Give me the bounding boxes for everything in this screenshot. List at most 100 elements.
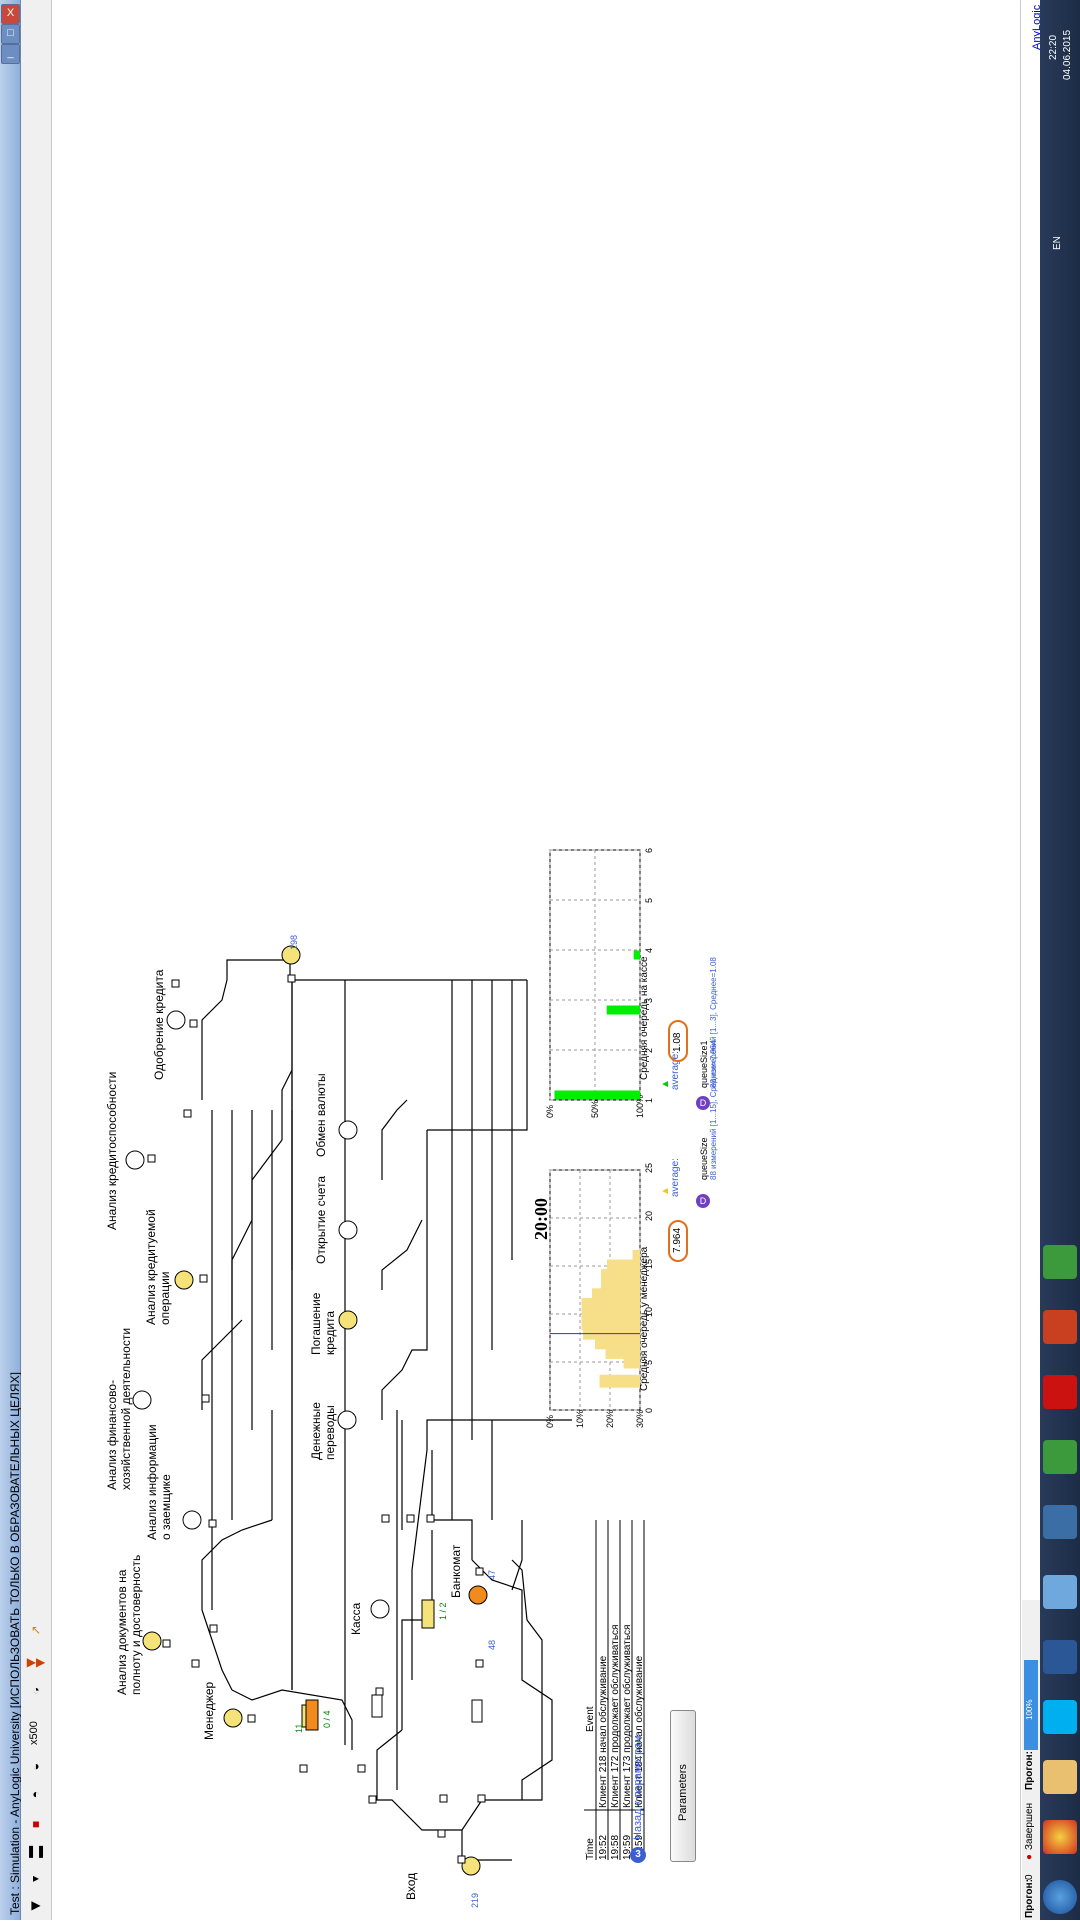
faster-icon: ◑ bbox=[32, 1759, 40, 1773]
x-tick-label: 5 bbox=[644, 898, 654, 903]
hist1-average-value: 7.964 bbox=[672, 1227, 683, 1253]
histogram-manager-queue: 0% 10% 20% 30% 0 5 10 15 20 25 Средняя очередь у … bbox=[542, 1160, 662, 1430]
entry-count: 219 bbox=[470, 1892, 480, 1908]
x-tick-label: 0 bbox=[644, 1408, 654, 1413]
skype-icon[interactable] bbox=[1043, 1700, 1077, 1734]
queue-count-11: 11 bbox=[294, 1723, 304, 1733]
window-title: Test : Simulation - AnyLogic University … bbox=[8, 1372, 22, 1915]
manager-queue-size: 0 / 4 bbox=[322, 1710, 332, 1728]
step-button[interactable]: ▸ bbox=[26, 1868, 46, 1888]
run-state: Завершен bbox=[1024, 1802, 1035, 1850]
approval-label: Одобрение кредита bbox=[152, 969, 166, 1080]
step-icon: ▸ bbox=[32, 1871, 40, 1885]
explorer-icon[interactable] bbox=[1043, 1760, 1077, 1794]
doc-check-label: Анализ документов на полноту и достоверн… bbox=[115, 1554, 143, 1695]
clock-icon: ◔ bbox=[32, 1683, 40, 1697]
pause-button[interactable]: ❚❚ bbox=[26, 1841, 46, 1861]
slower-button[interactable]: ◐ bbox=[26, 1784, 46, 1804]
maximize-button[interactable]: □ bbox=[1, 24, 20, 44]
back-to-parameters-label: Назад к параметрам bbox=[632, 1735, 644, 1840]
acrobat-icon[interactable] bbox=[1043, 1375, 1077, 1409]
back-to-parameters-link[interactable]: 3 Назад к параметрам bbox=[630, 1735, 646, 1865]
start-button[interactable] bbox=[1043, 1880, 1077, 1914]
run-button[interactable]: ▶ bbox=[26, 1895, 46, 1915]
virtual-time-button[interactable]: ▶▶ bbox=[26, 1652, 46, 1672]
atm-count: 47 bbox=[487, 1569, 497, 1580]
close-icon: X bbox=[6, 7, 15, 19]
y-tick-label: 0% bbox=[545, 1415, 555, 1428]
hist1-legend: Средняя очередь у менеджера bbox=[639, 1246, 650, 1391]
anylogic-icon[interactable] bbox=[1043, 1440, 1077, 1474]
speed-value[interactable]: x500 bbox=[28, 1721, 40, 1745]
taskbar-time: 22:20 bbox=[1048, 34, 1059, 60]
x-tick-label: 25 bbox=[644, 1163, 654, 1173]
kassa-label: Касса bbox=[349, 1602, 363, 1635]
window-icon[interactable] bbox=[1043, 1575, 1077, 1609]
y-tick-label: 10% bbox=[575, 1410, 585, 1428]
stop-icon: ■ bbox=[32, 1817, 40, 1831]
x-tick-label: 6 bbox=[644, 848, 654, 853]
window-title-wrap: Test : Simulation - AnyLogic University … bbox=[0, 0, 22, 1920]
event-table-time-header: Time bbox=[585, 1838, 596, 1860]
x-tick-label: 1 bbox=[644, 1098, 654, 1103]
pause-icon: ❚❚ bbox=[26, 1844, 47, 1858]
flowchart bbox=[125, 945, 572, 1876]
histogram-bar bbox=[606, 1005, 640, 1015]
status-bar: Прогон: 0 ● Завершен Прогон: 100% bbox=[1022, 1600, 1040, 1920]
histogram-bar bbox=[554, 1090, 640, 1100]
close-button[interactable]: X bbox=[1, 4, 20, 24]
transfers-label: Денежные переводы bbox=[309, 1402, 337, 1460]
steam-icon[interactable] bbox=[1043, 1505, 1077, 1539]
atm-label: Банкомат bbox=[449, 1544, 463, 1598]
taskbar-date: 04.06.2015 bbox=[1062, 29, 1073, 80]
minimize-button[interactable]: _ bbox=[1, 44, 20, 64]
parameters-button[interactable]: Parameters bbox=[670, 1710, 696, 1862]
taskbar-language[interactable]: EN bbox=[1052, 236, 1063, 250]
stop-button[interactable]: ■ bbox=[26, 1814, 46, 1834]
pointer-button[interactable]: ↖ bbox=[26, 1620, 46, 1640]
progress-value: 100% bbox=[1025, 1699, 1034, 1720]
creditworthiness-label: Анализ кредитоспособности bbox=[105, 1071, 119, 1230]
slower-icon: ◐ bbox=[32, 1787, 40, 1801]
x-tick-label: 20 bbox=[644, 1211, 654, 1221]
play-icon: ▶ bbox=[31, 1898, 41, 1912]
maximize-icon: □ bbox=[7, 27, 14, 39]
stop-status-icon: ● bbox=[1024, 1853, 1035, 1860]
hist2-stat-icon: D bbox=[696, 1096, 710, 1110]
histogram-kassa-queue: 0% 50% 100% 1 2 3 4 5 6 Средняя очередь на кассе bbox=[542, 840, 662, 1120]
back-number-badge: 3 bbox=[630, 1847, 646, 1863]
y-tick-label: 50% bbox=[590, 1100, 600, 1118]
chrome-icon[interactable] bbox=[1043, 1820, 1077, 1854]
hist1-stat-icon: D bbox=[696, 1194, 710, 1208]
realtime-button[interactable]: ◔ bbox=[26, 1680, 46, 1700]
minimize-icon: _ bbox=[7, 47, 14, 59]
anylogic2-icon[interactable] bbox=[1043, 1245, 1077, 1279]
event-table-event-header: Event bbox=[585, 1706, 596, 1732]
hist2-legend: Средняя очередь на кассе bbox=[639, 956, 650, 1080]
window-titlebar: Test : Simulation - AnyLogic University … bbox=[0, 0, 22, 1920]
run-label: Прогон: bbox=[1024, 1879, 1035, 1918]
manager-label: Менеджер bbox=[202, 1681, 216, 1740]
simulation-toolbar: ▶ ▸ ❚❚ ■ ◐ ◑ x500 ◔ ▶▶ ↖ bbox=[21, 0, 52, 1920]
pledger-label: Анализ информации о заемщике bbox=[145, 1424, 173, 1540]
y-tick-label: 0% bbox=[545, 1105, 555, 1118]
windows-taskbar: 22:20 04.06.2015 EN bbox=[1040, 0, 1080, 1920]
histogram-bar bbox=[599, 1374, 640, 1388]
credit-op-label: Анализ кредитуемой операции bbox=[144, 1209, 172, 1325]
word-icon[interactable] bbox=[1043, 1640, 1077, 1674]
fast-forward-icon: ▶▶ bbox=[26, 1655, 46, 1669]
progress-label: Прогон: bbox=[1024, 1751, 1035, 1790]
hist1-average-label: average: bbox=[670, 1158, 681, 1197]
faster-button[interactable]: ◑ bbox=[26, 1756, 46, 1776]
y-tick-label: 20% bbox=[605, 1410, 615, 1428]
pointer-icon: ↖ bbox=[30, 1623, 42, 1637]
progress-bar: 100% bbox=[1024, 1660, 1038, 1750]
repayment-label: Погашение кредита bbox=[309, 1292, 337, 1355]
exchange-label: Обмен валюты bbox=[314, 1073, 328, 1157]
hist2-stat-info: 88 измерений [1...3], Среднее=1.08 bbox=[709, 957, 718, 1088]
run-value: 0 bbox=[1024, 1874, 1035, 1880]
atm-queue-size: 1 / 2 bbox=[438, 1602, 448, 1620]
hist2-average-value: 1.08 bbox=[672, 1032, 683, 1052]
app-icon[interactable] bbox=[1043, 1310, 1077, 1344]
x-tick-label: 4 bbox=[644, 948, 654, 953]
